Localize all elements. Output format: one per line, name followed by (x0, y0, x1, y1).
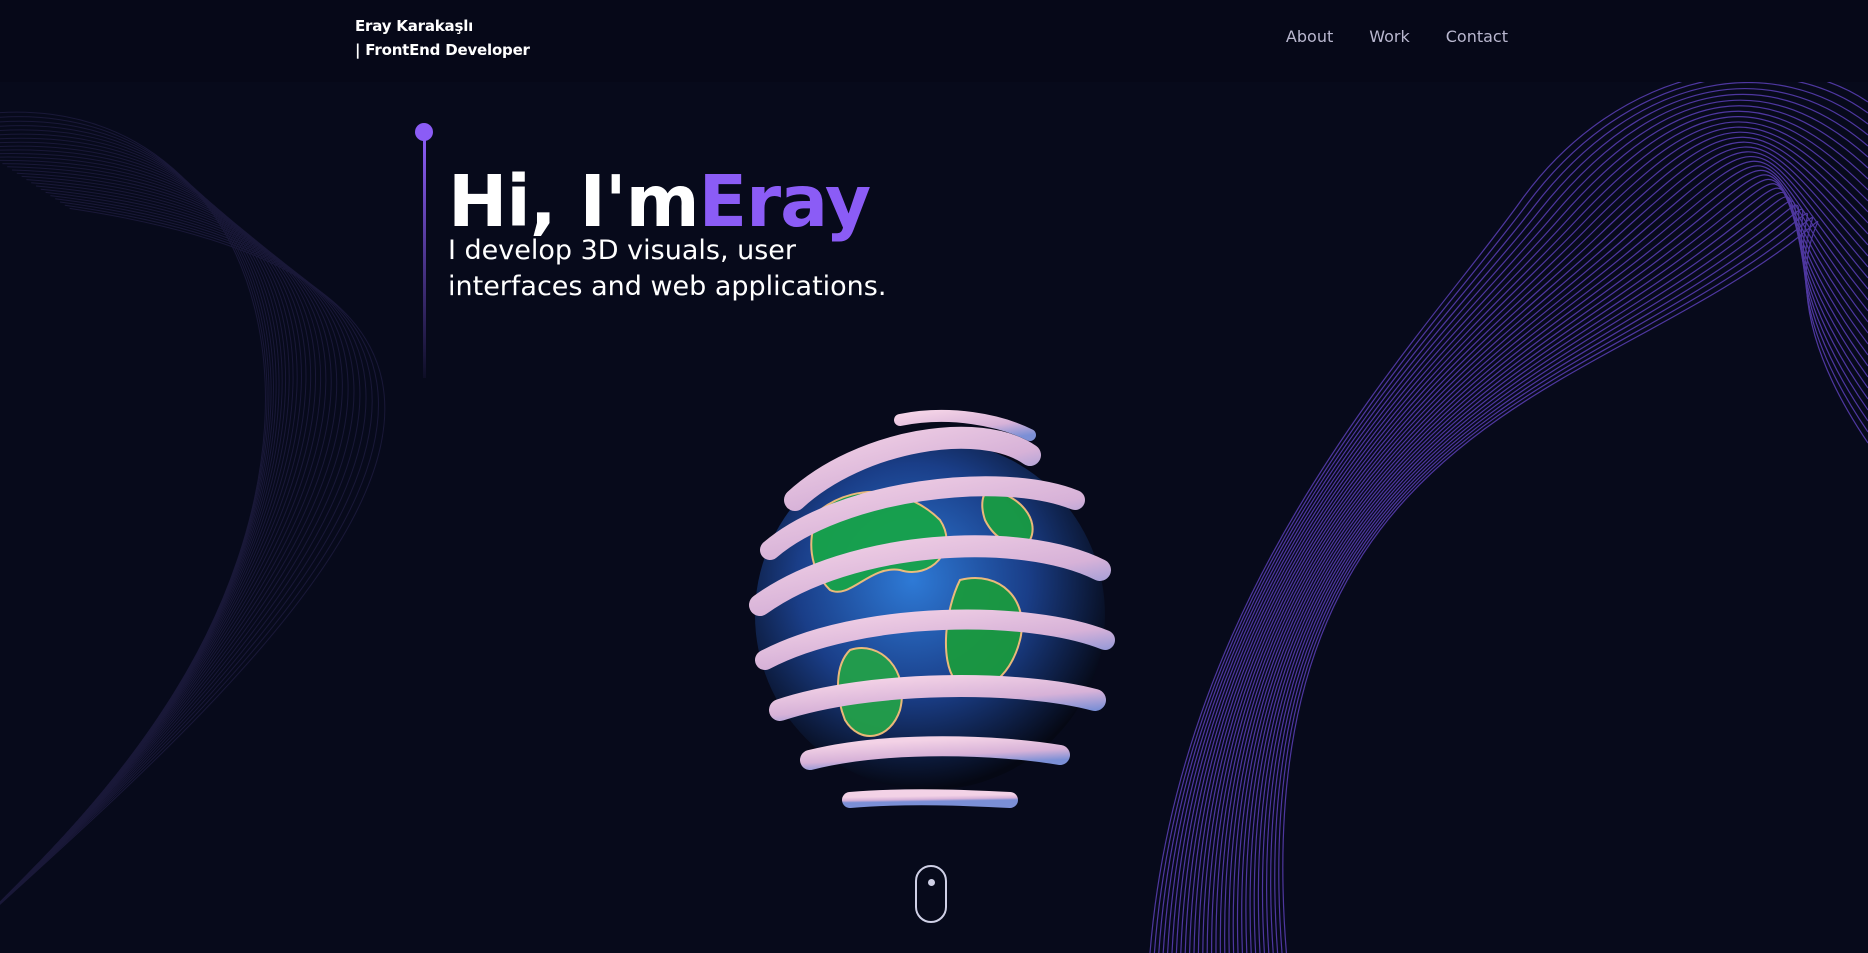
3d-globe-visual (749, 410, 1115, 808)
hero-name: Eray (698, 159, 872, 243)
main-nav: About Work Contact (1286, 27, 1508, 46)
hero-headline: Hi, I'mEray (448, 159, 872, 243)
nav-work-link[interactable]: Work (1369, 27, 1410, 46)
intro-timeline-stem (423, 138, 426, 378)
page: Eray Karakaşlı | FrontEnd Developer Abou… (0, 0, 1868, 953)
brand-logo[interactable]: Eray Karakaşlı | FrontEnd Developer (355, 14, 530, 62)
intro-timeline-line (414, 118, 434, 378)
nav-contact-link[interactable]: Contact (1446, 27, 1508, 46)
brand-role: | FrontEnd Developer (355, 41, 530, 59)
nav-about-link[interactable]: About (1286, 27, 1333, 46)
site-header: Eray Karakaşlı | FrontEnd Developer Abou… (0, 0, 1868, 82)
scroll-wheel-dot (928, 879, 935, 886)
hero-greeting: Hi, I'm (448, 159, 700, 243)
hero-subtitle: I develop 3D visuals, user interfaces an… (448, 235, 887, 302)
brand-name: Eray Karakaşlı (355, 17, 474, 35)
mouse-scroll-icon[interactable] (915, 865, 947, 923)
